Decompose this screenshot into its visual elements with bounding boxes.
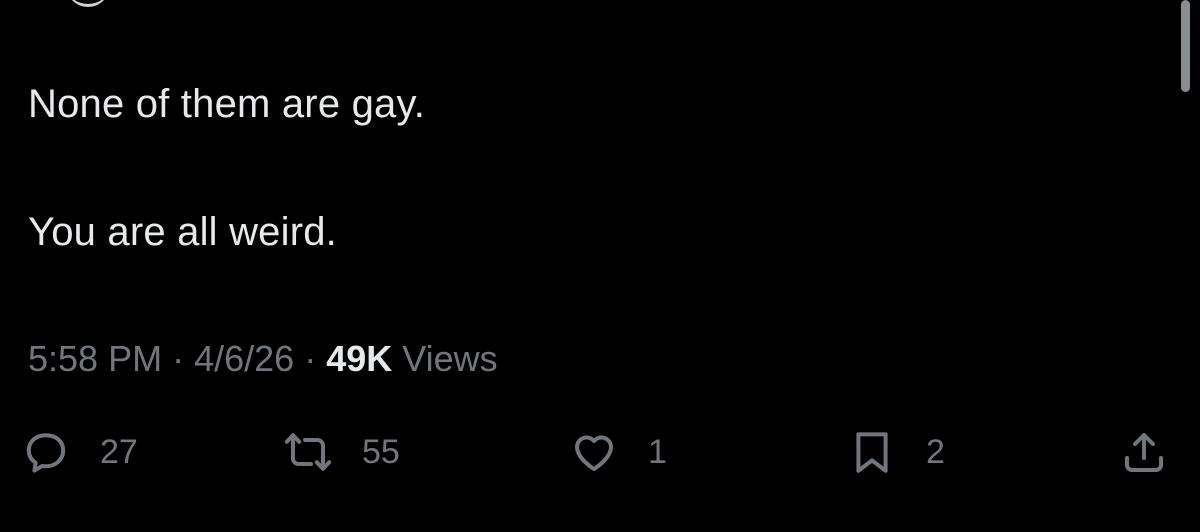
reply-button[interactable]: 27 [22, 428, 138, 476]
repost-button[interactable]: 55 [284, 428, 400, 476]
like-button[interactable]: 1 [570, 428, 667, 476]
views-count: 49K [326, 338, 393, 379]
reply-count: 27 [100, 432, 138, 471]
reply-icon [26, 433, 66, 473]
tweet-time[interactable]: 5:58 PM [28, 338, 162, 379]
meta-separator: · [304, 338, 317, 379]
meta-separator: · [172, 338, 185, 379]
heart-icon [575, 435, 613, 471]
tweet-meta: 5:58 PM · 4/6/26 · 49K Views [28, 338, 498, 380]
bookmark-count: 2 [926, 432, 945, 471]
share-icon [1125, 433, 1163, 472]
like-count: 1 [648, 432, 667, 471]
bookmark-button[interactable]: 2 [848, 428, 945, 476]
tweet-date[interactable]: 4/6/26 [194, 338, 294, 379]
bookmark-icon [856, 432, 888, 473]
share-button[interactable] [1120, 428, 1168, 476]
tweet-text-line: You are all weird. [28, 210, 337, 254]
scrollbar[interactable] [1181, 0, 1190, 92]
repost-icon [284, 433, 332, 471]
views-label: Views [402, 338, 498, 379]
repost-count: 55 [362, 432, 400, 471]
avatar[interactable] [66, 0, 110, 7]
tweet-text-line: None of them are gay. [28, 82, 426, 126]
